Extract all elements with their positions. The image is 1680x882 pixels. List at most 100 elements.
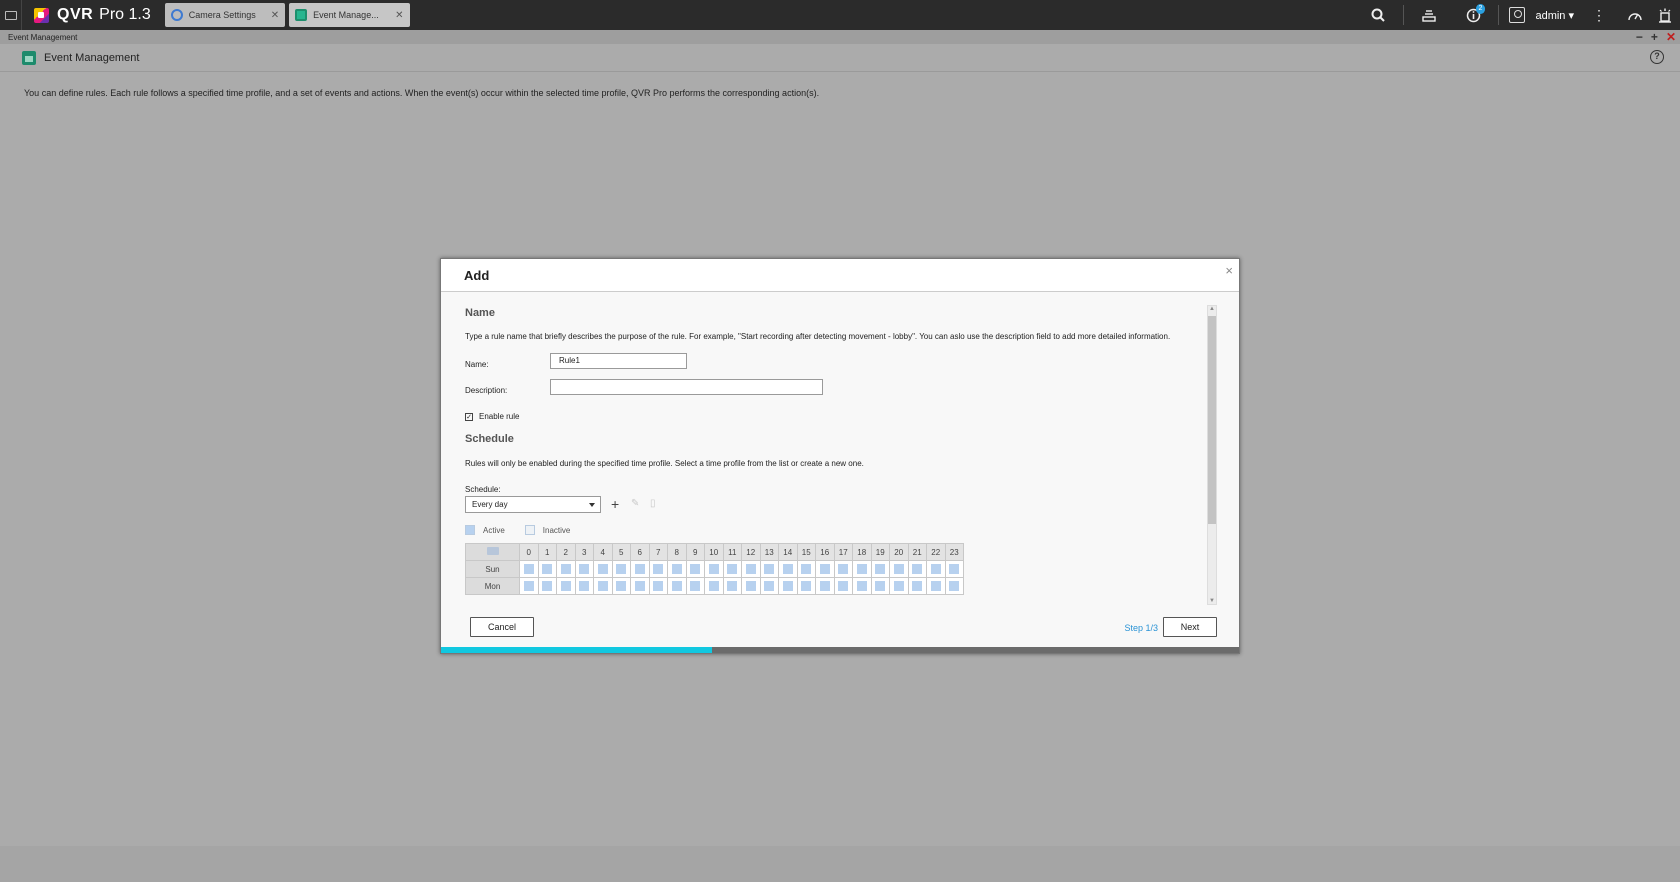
schedule-cell[interactable]: [759, 577, 779, 595]
dashboard-gauge-icon[interactable]: [1620, 0, 1650, 30]
schedule-cell[interactable]: [722, 560, 742, 578]
schedule-cell[interactable]: [667, 577, 687, 595]
schedule-cell[interactable]: [796, 560, 816, 578]
schedule-cell[interactable]: [815, 577, 835, 595]
user-menu[interactable]: admin ▾: [1535, 9, 1574, 22]
schedule-cell[interactable]: [926, 560, 946, 578]
close-window-button[interactable]: ✕: [1666, 30, 1676, 44]
schedule-cell[interactable]: [852, 577, 872, 595]
enable-rule-checkbox[interactable]: ✓ Enable rule: [465, 412, 519, 421]
name-input[interactable]: Rule1: [550, 353, 687, 369]
hour-header[interactable]: 19: [870, 543, 890, 561]
schedule-cell[interactable]: [778, 560, 798, 578]
hour-header[interactable]: 22: [926, 543, 946, 561]
tab-camera-settings[interactable]: Camera Settings ✕: [164, 3, 286, 27]
schedule-cell[interactable]: [556, 560, 576, 578]
hour-header[interactable]: 12: [741, 543, 761, 561]
schedule-cell[interactable]: [833, 560, 853, 578]
hour-header[interactable]: 23: [944, 543, 964, 561]
main-menu-button[interactable]: [0, 0, 22, 30]
schedule-cell[interactable]: [852, 560, 872, 578]
hour-header[interactable]: 7: [648, 543, 668, 561]
close-icon[interactable]: ×: [1225, 263, 1233, 278]
hour-header[interactable]: 11: [722, 543, 742, 561]
schedule-cell[interactable]: [704, 577, 724, 595]
schedule-cell[interactable]: [648, 577, 668, 595]
hour-header[interactable]: 15: [796, 543, 816, 561]
hour-header[interactable]: 9: [685, 543, 705, 561]
hour-header[interactable]: 3: [574, 543, 594, 561]
schedule-select[interactable]: Every day: [465, 496, 601, 513]
day-label[interactable]: Sun: [465, 560, 520, 578]
scrollbar-thumb[interactable]: [1208, 316, 1216, 524]
hour-header[interactable]: 8: [667, 543, 687, 561]
schedule-cell[interactable]: [870, 577, 890, 595]
schedule-cell[interactable]: [722, 577, 742, 595]
description-input[interactable]: [550, 379, 823, 395]
schedule-cell[interactable]: [759, 560, 779, 578]
hour-header[interactable]: 1: [537, 543, 557, 561]
schedule-cell[interactable]: [741, 577, 761, 595]
schedule-cell[interactable]: [593, 577, 613, 595]
schedule-cell[interactable]: [537, 560, 557, 578]
schedule-cell[interactable]: [926, 577, 946, 595]
hour-header[interactable]: 14: [778, 543, 798, 561]
hour-header[interactable]: 10: [704, 543, 724, 561]
scroll-up-icon[interactable]: ▲: [1209, 306, 1215, 312]
alarm-icon[interactable]: [1650, 0, 1680, 30]
schedule-cell[interactable]: [944, 560, 964, 578]
hour-header[interactable]: 0: [519, 543, 539, 561]
notification-info-icon[interactable]: 2: [1458, 0, 1488, 30]
select-all-cell[interactable]: [465, 543, 520, 561]
schedule-cell[interactable]: [519, 560, 539, 578]
schedule-cell[interactable]: [611, 577, 631, 595]
minimize-button[interactable]: −: [1636, 30, 1643, 44]
hour-header[interactable]: 2: [556, 543, 576, 561]
hour-header[interactable]: 6: [630, 543, 650, 561]
schedule-cell[interactable]: [574, 560, 594, 578]
schedule-cell[interactable]: [519, 577, 539, 595]
schedule-cell[interactable]: [741, 560, 761, 578]
schedule-cell[interactable]: [907, 560, 927, 578]
hour-header[interactable]: 21: [907, 543, 927, 561]
schedule-cell[interactable]: [556, 577, 576, 595]
delete-schedule-icon[interactable]: ▯: [650, 498, 656, 509]
dialog-scrollbar[interactable]: ▲ ▼: [1207, 305, 1217, 605]
schedule-cell[interactable]: [537, 577, 557, 595]
hour-header[interactable]: 13: [759, 543, 779, 561]
cancel-button[interactable]: Cancel: [470, 617, 534, 637]
schedule-cell[interactable]: [889, 560, 909, 578]
tab-event-management[interactable]: Event Manage... ✕: [289, 3, 410, 27]
schedule-cell[interactable]: [870, 560, 890, 578]
schedule-cell[interactable]: [667, 560, 687, 578]
scroll-down-icon[interactable]: ▼: [1209, 598, 1215, 604]
stack-icon[interactable]: [1414, 0, 1444, 30]
help-icon[interactable]: ?: [1650, 50, 1664, 64]
schedule-cell[interactable]: [611, 560, 631, 578]
schedule-cell[interactable]: [574, 577, 594, 595]
more-options-icon[interactable]: ⋮: [1584, 0, 1614, 30]
tab-close-icon[interactable]: ✕: [271, 10, 279, 21]
hour-header[interactable]: 17: [833, 543, 853, 561]
schedule-cell[interactable]: [907, 577, 927, 595]
schedule-cell[interactable]: [796, 577, 816, 595]
user-icon[interactable]: [1509, 7, 1526, 23]
schedule-cell[interactable]: [593, 560, 613, 578]
hour-header[interactable]: 20: [889, 543, 909, 561]
schedule-cell[interactable]: [630, 577, 650, 595]
schedule-cell[interactable]: [833, 577, 853, 595]
edit-schedule-icon[interactable]: ✎: [631, 498, 639, 509]
tab-close-icon[interactable]: ✕: [395, 10, 403, 21]
schedule-cell[interactable]: [648, 560, 668, 578]
schedule-cell[interactable]: [704, 560, 724, 578]
schedule-cell[interactable]: [630, 560, 650, 578]
hour-header[interactable]: 16: [815, 543, 835, 561]
maximize-button[interactable]: +: [1651, 30, 1658, 44]
add-schedule-icon[interactable]: +: [611, 496, 619, 512]
schedule-cell[interactable]: [685, 577, 705, 595]
hour-header[interactable]: 4: [593, 543, 613, 561]
schedule-cell[interactable]: [815, 560, 835, 578]
schedule-cell[interactable]: [889, 577, 909, 595]
schedule-cell[interactable]: [778, 577, 798, 595]
day-label[interactable]: Mon: [465, 577, 520, 595]
